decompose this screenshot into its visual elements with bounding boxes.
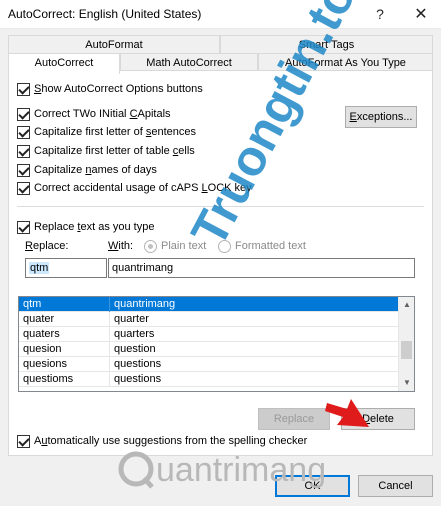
capitalize-sentences-checkbox[interactable]: Capitalize first letter of sentences [17, 124, 196, 140]
tab-label: Math AutoCorrect [146, 57, 232, 69]
checkbox-box[interactable] [17, 181, 30, 195]
show-autocorrect-buttons-checkbox[interactable]: Show AutoCorrect Options buttons [17, 81, 203, 97]
checkbox-box[interactable] [17, 144, 30, 158]
tab-label: Smart Tags [298, 39, 355, 51]
entry-to: questions [109, 357, 161, 372]
tab-label: AutoFormat As You Type [285, 57, 406, 69]
replace-button[interactable]: Replace [258, 408, 330, 430]
tab-smart-tags[interactable]: Smart Tags [220, 35, 433, 54]
checkbox-box[interactable] [17, 220, 30, 234]
window-title: AutoCorrect: English (United States) [8, 7, 202, 21]
entry-from: quater [23, 313, 55, 325]
close-button[interactable]: ✕ [401, 0, 441, 29]
capitalize-days-checkbox[interactable]: Capitalize names of days [17, 162, 157, 178]
logo-q-icon [118, 451, 154, 487]
entry-to: quarter [109, 312, 149, 327]
entry-to: questions [109, 372, 161, 387]
formatted-text-radio[interactable] [218, 240, 231, 253]
button-label: Cancel [378, 480, 413, 492]
tab-row-back: AutoFormat Smart Tags [8, 35, 433, 54]
exceptions-button[interactable]: Exceptions... [345, 106, 417, 128]
entry-from: quesions [23, 358, 68, 370]
with-input[interactable]: quantrimang [108, 258, 415, 278]
replacement-list[interactable]: qtm quantrimang quater quarter quaters q… [18, 296, 415, 392]
checkbox-box[interactable] [17, 82, 30, 96]
delete-button[interactable]: Delete [341, 408, 415, 430]
replace-input-value: qtm [29, 262, 50, 274]
replace-text-checkbox[interactable]: Replace text as you type [17, 219, 154, 235]
title-bar: AutoCorrect: English (United States) ? ✕ [0, 0, 441, 29]
checkbox-label: Capitalize first letter of table cells [34, 145, 195, 157]
list-item[interactable]: qtm quantrimang [19, 297, 399, 312]
button-label: E [349, 111, 357, 123]
correct-caps-lock-checkbox[interactable]: Correct accidental usage of cAPS LOCK ke… [17, 180, 252, 196]
with-input-value: quantrimang [112, 262, 174, 274]
checkbox-label: Show AutoCorrect Options buttons [34, 83, 203, 95]
checkbox-label: Capitalize first letter of sentences [34, 126, 197, 138]
entry-to: quarters [109, 327, 154, 342]
checkbox-box[interactable] [17, 163, 30, 177]
entry-from: qtm [23, 298, 42, 310]
button-label: D [362, 413, 371, 425]
button-label: OK [304, 480, 321, 492]
list-item[interactable]: questioms questions [19, 372, 399, 387]
button-label: Replace [273, 413, 315, 425]
button-label: elete [370, 413, 394, 425]
checkbox-label: Correct TWo INitial CApitals [34, 108, 171, 120]
ok-button[interactable]: OK [275, 475, 350, 497]
checkbox-label: Replace text as you type [34, 221, 155, 233]
checkbox-label: Automatically use suggestions from the s… [34, 435, 308, 447]
list-item[interactable]: quater quarter [19, 312, 399, 327]
checkbox-label: Capitalize names of days [34, 164, 157, 176]
checkbox-box[interactable] [17, 125, 30, 139]
help-button[interactable]: ? [360, 0, 400, 29]
replace-input[interactable]: qtm [25, 258, 107, 278]
logo-q-tail [142, 476, 154, 489]
divider [17, 206, 424, 207]
with-label: With: [108, 240, 134, 252]
plain-text-label: Plain text [161, 240, 207, 252]
cancel-button[interactable]: Cancel [358, 475, 433, 497]
scroll-down-icon[interactable]: ▼ [399, 375, 414, 391]
button-label: xceptions... [356, 111, 413, 123]
checkbox-box[interactable] [17, 107, 30, 121]
list-item[interactable]: quaters quarters [19, 327, 399, 342]
scroll-thumb[interactable] [401, 341, 412, 359]
entry-from: quesion [23, 343, 62, 355]
capitalize-table-cells-checkbox[interactable]: Capitalize first letter of table cells [17, 143, 195, 159]
spelling-suggestions-checkbox[interactable]: Automatically use suggestions from the s… [17, 433, 307, 449]
scroll-up-icon[interactable]: ▲ [399, 297, 414, 313]
list-item[interactable]: quesions questions [19, 357, 399, 372]
plain-text-radio[interactable] [144, 240, 157, 253]
tab-label: AutoCorrect [34, 57, 94, 69]
checkbox-label: Correct accidental usage of cAPS LOCK ke… [34, 182, 252, 194]
replace-label: Replace: [25, 240, 69, 252]
tab-autoformat[interactable]: AutoFormat [8, 35, 220, 54]
formatted-text-label: Formatted text [235, 240, 306, 252]
entry-from: questioms [23, 373, 74, 385]
checkbox-box[interactable] [17, 434, 30, 448]
list-item[interactable]: quesion question [19, 342, 399, 357]
list-scrollbar[interactable]: ▲ ▼ [398, 297, 414, 391]
entry-from: quaters [23, 328, 60, 340]
entry-to: question [109, 342, 156, 357]
entry-to: quantrimang [109, 297, 175, 312]
tab-label: AutoFormat [85, 39, 143, 51]
correct-two-initial-checkbox[interactable]: Correct TWo INitial CApitals [17, 106, 171, 122]
tab-autocorrect[interactable]: AutoCorrect [8, 53, 120, 74]
